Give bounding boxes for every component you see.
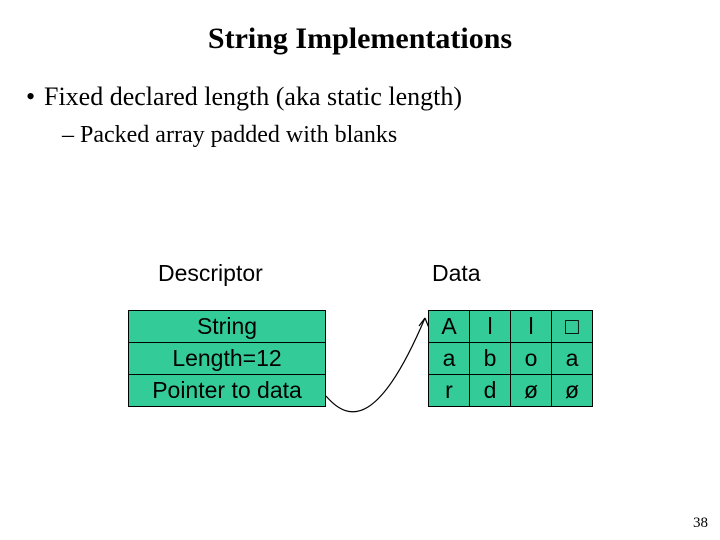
data-cell: b bbox=[470, 343, 511, 375]
data-cell: r bbox=[429, 375, 470, 407]
data-cell: l bbox=[511, 311, 552, 343]
page-number: 38 bbox=[693, 515, 708, 532]
table-row: Pointer to data bbox=[129, 375, 326, 407]
page-title: String Implementations bbox=[0, 22, 720, 56]
bullet-level-2: –Packed array padded with blanks bbox=[62, 122, 397, 149]
bullet-dash-icon: – bbox=[62, 122, 80, 149]
data-cell: a bbox=[429, 343, 470, 375]
table-row: a b o a bbox=[429, 343, 593, 375]
data-cell: a bbox=[552, 343, 593, 375]
bullet-1-text: Fixed declared length (aka static length… bbox=[44, 82, 462, 111]
table-row: String bbox=[129, 311, 326, 343]
table-row: r d ø ø bbox=[429, 375, 593, 407]
data-cell: □ bbox=[552, 311, 593, 343]
data-cell: ø bbox=[552, 375, 593, 407]
data-cell: A bbox=[429, 311, 470, 343]
slide: String Implementations •Fixed declared l… bbox=[0, 0, 720, 540]
bullet-2-text: Packed array padded with blanks bbox=[80, 122, 397, 148]
table-row: Length=12 bbox=[129, 343, 326, 375]
table-row: A l l □ bbox=[429, 311, 593, 343]
data-label: Data bbox=[432, 260, 481, 287]
data-cell: l bbox=[470, 311, 511, 343]
pointer-arrow-icon bbox=[320, 306, 432, 426]
descriptor-cell-pointer: Pointer to data bbox=[129, 375, 326, 407]
descriptor-cell-length: Length=12 bbox=[129, 343, 326, 375]
data-grid: A l l □ a b o a r d ø ø bbox=[428, 310, 593, 407]
data-cell: ø bbox=[511, 375, 552, 407]
data-cell: d bbox=[470, 375, 511, 407]
data-cell: o bbox=[511, 343, 552, 375]
bullet-dot-icon: • bbox=[26, 82, 44, 112]
descriptor-label: Descriptor bbox=[158, 260, 263, 287]
bullet-level-1: •Fixed declared length (aka static lengt… bbox=[26, 82, 462, 112]
descriptor-table: String Length=12 Pointer to data bbox=[128, 310, 326, 407]
descriptor-cell-type: String bbox=[129, 311, 326, 343]
